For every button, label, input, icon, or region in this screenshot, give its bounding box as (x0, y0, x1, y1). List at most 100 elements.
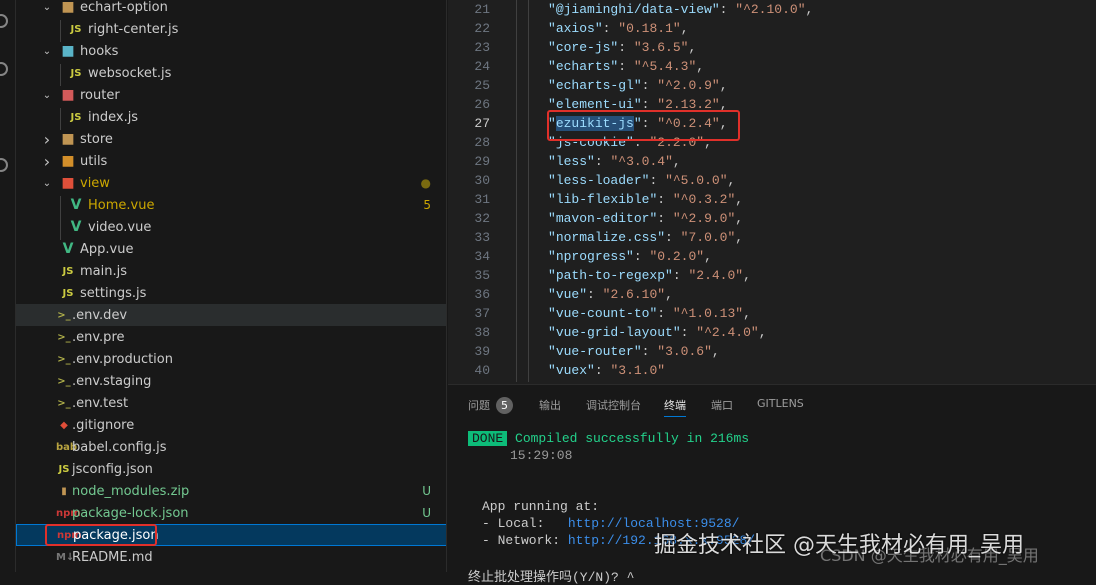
colon: : (657, 211, 673, 226)
explorer-item-vue-config-js[interactable]: Vvue.config.js (16, 568, 446, 572)
line-number: 37 (474, 306, 490, 321)
explorer-item-router[interactable]: ⌄ ■ router (16, 84, 446, 106)
explorer-item-hooks[interactable]: ⌄ ■ hooks (16, 40, 446, 62)
json-value-open-quote: " (657, 78, 666, 93)
explorer-item--env-test[interactable]: >_ .env.test (16, 392, 446, 414)
explorer-item-video-vue[interactable]: Vvideo.vue (16, 216, 446, 238)
json-key: less (555, 154, 588, 169)
file-label: README.md (72, 549, 153, 565)
json-value: ^3.0.4 (618, 154, 666, 169)
comma: , (805, 2, 814, 17)
json-value: ^2.10.0 (743, 2, 798, 17)
explorer-item-readme-md[interactable]: M↓ README.md (16, 546, 446, 568)
explorer-item-websocket-js[interactable]: JS websocket.js (16, 62, 446, 84)
explorer-item-home-vue[interactable]: V Home.vue 5 (16, 194, 446, 216)
json-value-close-quote: " (704, 344, 712, 359)
explorer-item-babel-config-js[interactable]: bab babel.config.js (16, 436, 446, 458)
json-key-open-quote: " (548, 40, 556, 55)
file-label: hooks (80, 43, 119, 59)
comma: , (665, 287, 673, 302)
explorer-item-store[interactable]: › ■ store (16, 128, 446, 150)
explorer-item-node-modules-zip[interactable]: ▮ node_modules.zip U (16, 480, 446, 502)
tab-debug-console[interactable]: 调试控制台 (586, 397, 641, 413)
explorer-item--env-staging[interactable]: >_ .env.staging (16, 370, 446, 392)
json-key-open-quote: " (548, 249, 556, 264)
tab-label: 端口 (711, 399, 733, 412)
explorer-item--env-pre[interactable]: >_ .env.pre (16, 326, 446, 348)
file-label: package-lock.json (72, 505, 189, 521)
chevron-down-icon[interactable]: ⌄ (42, 178, 52, 189)
explorer-item--gitignore[interactable]: ◆ .gitignore (16, 414, 446, 436)
code-line: "vue-router": "3.0.6", (548, 344, 720, 359)
tab-output[interactable]: 输出 (539, 397, 561, 413)
explorer-item-package-lock-json[interactable]: npm package-lock.json U (16, 502, 446, 524)
json-key-open-quote: " (548, 287, 556, 302)
json-key-open-quote: " (548, 2, 556, 17)
network-label: - Network: (482, 533, 568, 548)
file-label: index.js (88, 109, 139, 125)
explorer-item-app-vue[interactable]: V App.vue (16, 238, 446, 260)
json-key-close-quote: " (633, 344, 642, 359)
explorer-item-view[interactable]: ⌄ ■ view ● (16, 172, 446, 194)
tab-label: 终端 (664, 399, 686, 412)
chevron-right-icon[interactable]: › (42, 152, 52, 171)
terminal-done-line: DONE Compiled successfully in 216ms (468, 431, 749, 446)
explorer-item-right-center-js[interactable]: JS right-center.js (16, 18, 446, 40)
js-file-icon: JS (70, 67, 82, 79)
line-number: 26 (474, 97, 490, 112)
explorer-item-settings-js[interactable]: JS settings.js (16, 282, 446, 304)
folder-icon: ■ (61, 153, 75, 169)
explorer-item-jsconfig-json[interactable]: JS jsconfig.json (16, 458, 446, 480)
colon: : (587, 287, 603, 302)
chevron-right-icon[interactable]: › (42, 130, 52, 149)
juejin-watermark: 掘金技术社区 @天生我材必有用_吴用 (654, 533, 1024, 558)
json-value: ^1.0.13 (680, 306, 736, 321)
chevron-down-icon[interactable]: ⌄ (42, 46, 52, 57)
file-label: router (80, 87, 120, 103)
folder-icon: ■ (61, 131, 75, 147)
tab-problems[interactable]: 问题 5 (468, 397, 513, 414)
js-file-icon: JS (58, 463, 70, 475)
code-editor[interactable]: 21 "@jiaminghi/data-view": "^2.10.0", 22 "a… (448, 0, 1096, 384)
tab-label: GITLENS (757, 397, 804, 410)
explorer-item--env-production[interactable]: >_ .env.production (16, 348, 446, 370)
json-key: axios (555, 21, 595, 36)
tab-terminal[interactable]: 终端 (664, 397, 686, 417)
file-label: right-center.js (88, 21, 179, 37)
folder-icon: ■ (61, 87, 75, 103)
json-value-close-quote: " (657, 287, 666, 302)
chevron-down-icon[interactable]: ⌄ (42, 2, 52, 13)
settings-icon[interactable] (0, 62, 8, 76)
explorer-item-echart-option[interactable]: ⌄ ■ echart-option (16, 0, 446, 18)
explorer-item-main-js[interactable]: JS main.js (16, 260, 446, 282)
extension-icon[interactable] (0, 158, 8, 172)
vue-file-icon: V (70, 197, 82, 213)
comma: , (711, 344, 720, 359)
comma: , (735, 211, 744, 226)
json-value: 0.18.1 (626, 21, 673, 36)
tab-ports[interactable]: 端口 (711, 397, 733, 413)
json-key-open-quote: " (548, 192, 556, 207)
account-icon[interactable] (0, 14, 8, 28)
explorer-item-utils[interactable]: › ■ utils (16, 150, 446, 172)
explorer-item-package-json[interactable]: npm package.json (16, 524, 446, 546)
json-value: 3.0.6 (665, 344, 705, 359)
explorer-item-index-js[interactable]: JS index.js (16, 106, 446, 128)
line-number: 34 (474, 249, 490, 264)
json-key: echarts (555, 59, 611, 74)
json-value-open-quote: " (665, 173, 673, 188)
json-value: 2.6.10 (610, 287, 658, 302)
json-value-close-quote: " (719, 173, 728, 188)
explorer-item--env-dev[interactable]: >_ .env.dev (16, 304, 446, 326)
line-number: 29 (474, 154, 490, 169)
colon: : (657, 192, 673, 207)
json-key-close-quote: " (657, 230, 666, 245)
json-value: 2.4.0 (696, 268, 736, 283)
line-number: 27 (474, 116, 490, 131)
colon: : (602, 21, 619, 36)
json-value: 3.6.5 (641, 40, 681, 55)
status-badge: U (422, 484, 431, 498)
file-label: node_modules.zip (72, 483, 190, 499)
tab-gitlens[interactable]: GITLENS (757, 397, 804, 410)
chevron-down-icon[interactable]: ⌄ (42, 90, 52, 101)
